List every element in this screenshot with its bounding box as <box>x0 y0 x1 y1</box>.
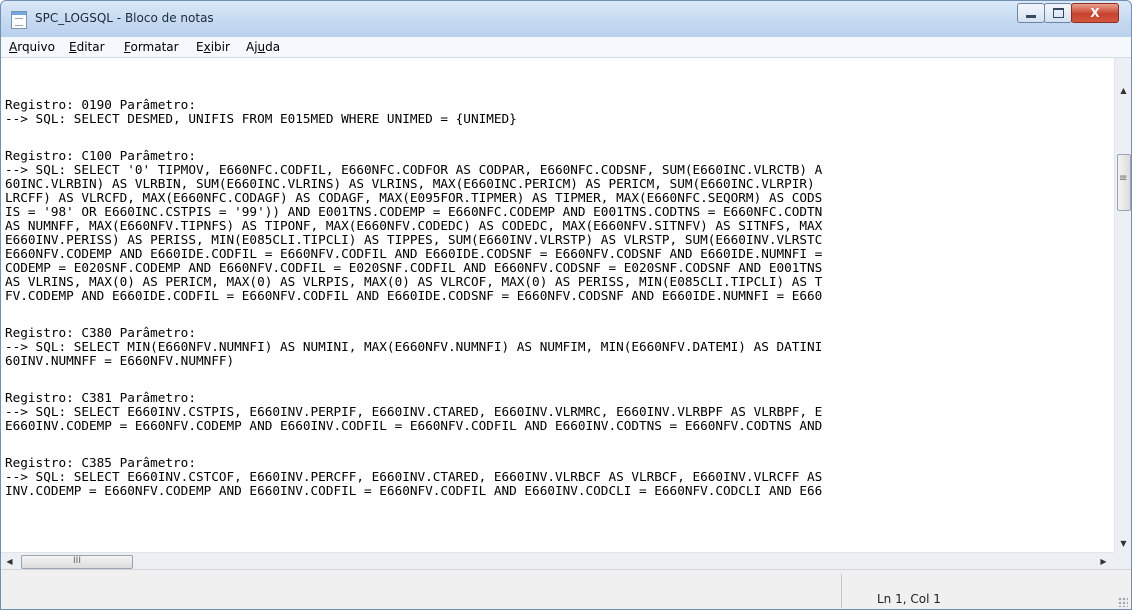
text-line: CODEMP = E020SNF.CODEMP AND E660NFV.CODF… <box>5 260 823 275</box>
text-editor[interactable]: Registro: 0190 Parâmetro: --> SQL: SELEC… <box>1 58 1114 552</box>
menu-arquivo[interactable]: Arquivo <box>9 40 55 54</box>
text-line: AS VLRINS, MAX(0) AS PERICM, MAX(0) AS V… <box>5 274 823 289</box>
text-line: --> SQL: SELECT E660INV.CSTCOF, E660INV.… <box>5 469 823 484</box>
horizontal-scrollbar[interactable]: ◀ III ▶ <box>1 552 1114 569</box>
text-line: E660INV.PERISS) AS PERISS, MIN(E085CLI.T… <box>5 232 823 247</box>
cursor-position: Ln 1, Col 1 <box>877 592 941 606</box>
title-bar[interactable]: SPC_LOGSQL - Bloco de notas X <box>1 1 1131 37</box>
close-button[interactable]: X <box>1071 3 1119 23</box>
text-line: IS = '98' OR E660INC.CSTPIS = '99')) AND… <box>5 204 823 219</box>
text-line: Registro: C100 Parâmetro: <box>5 148 196 163</box>
text-line: FV.CODEMP AND E660IDE.CODFIL = E660NFV.C… <box>5 288 823 303</box>
text-line: --> SQL: SELECT MIN(E660NFV.NUMNFI) AS N… <box>5 339 823 354</box>
text-line: --> SQL: SELECT E660INV.CSTPIS, E660INV.… <box>5 404 823 419</box>
vertical-scroll-thumb[interactable] <box>1117 154 1131 211</box>
status-bar: Ln 1, Col 1 <box>1 569 1131 609</box>
notepad-window: SPC_LOGSQL - Bloco de notas X Arquivo Ed… <box>0 0 1132 610</box>
menu-formatar[interactable]: Formatar <box>124 40 179 54</box>
resize-grip-icon[interactable] <box>1118 597 1128 607</box>
scroll-right-arrow-icon[interactable]: ▶ <box>1095 553 1112 570</box>
scroll-left-arrow-icon[interactable]: ◀ <box>1 553 18 570</box>
window-title: SPC_LOGSQL - Bloco de notas <box>35 11 214 25</box>
minimize-icon <box>1026 15 1036 18</box>
menu-editar[interactable]: Editar <box>69 40 105 54</box>
text-line: --> SQL: SELECT DESMED, UNIFIS FROM E015… <box>5 111 517 126</box>
horizontal-scroll-thumb[interactable]: III <box>21 555 133 569</box>
menu-bar: Arquivo Editar Formatar Exibir Ajuda <box>1 37 1131 58</box>
scrollbar-corner <box>1114 552 1131 569</box>
close-icon: X <box>1090 6 1100 20</box>
scroll-up-arrow-icon[interactable]: ▲ <box>1115 82 1131 99</box>
text-line: INV.CODEMP = E660NFV.CODEMP AND E660INV.… <box>5 483 823 498</box>
notepad-icon[interactable] <box>11 11 27 29</box>
menu-exibir[interactable]: Exibir <box>196 40 230 54</box>
text-line: 60INC.VLRBIN) AS VLRBIN, SUM(E660INC.VLR… <box>5 176 815 191</box>
text-line: Registro: 0190 Parâmetro: <box>5 97 196 112</box>
minimize-button[interactable] <box>1017 3 1045 23</box>
text-line: Registro: C380 Parâmetro: <box>5 325 196 340</box>
maximize-icon <box>1052 8 1064 18</box>
text-line: --> SQL: SELECT '0' TIPMOV, E660NFC.CODF… <box>5 162 823 177</box>
text-line: AS NUMNFF, MAX(E660NFV.TIPNFS) AS TIPONF… <box>5 218 823 233</box>
menu-ajuda[interactable]: Ajuda <box>246 40 280 54</box>
text-line: E660NFV.CODEMP AND E660IDE.CODFIL = E660… <box>5 246 823 261</box>
vertical-scrollbar[interactable]: ▲ ▼ <box>1114 58 1131 552</box>
text-line: Registro: C381 Parâmetro: <box>5 390 196 405</box>
maximize-button[interactable] <box>1044 3 1072 23</box>
status-divider <box>841 574 842 608</box>
text-line: Registro: C385 Parâmetro: <box>5 455 196 470</box>
text-line: LRCFF) AS VLRCFD, MAX(E660NFC.CODAGF) AS… <box>5 190 823 205</box>
text-line: E660INV.CODEMP = E660NFV.CODEMP AND E660… <box>5 418 823 433</box>
scroll-down-arrow-icon[interactable]: ▼ <box>1115 535 1131 552</box>
text-line: 60INV.NUMNFF = E660NFV.NUMNFF) <box>5 353 235 368</box>
